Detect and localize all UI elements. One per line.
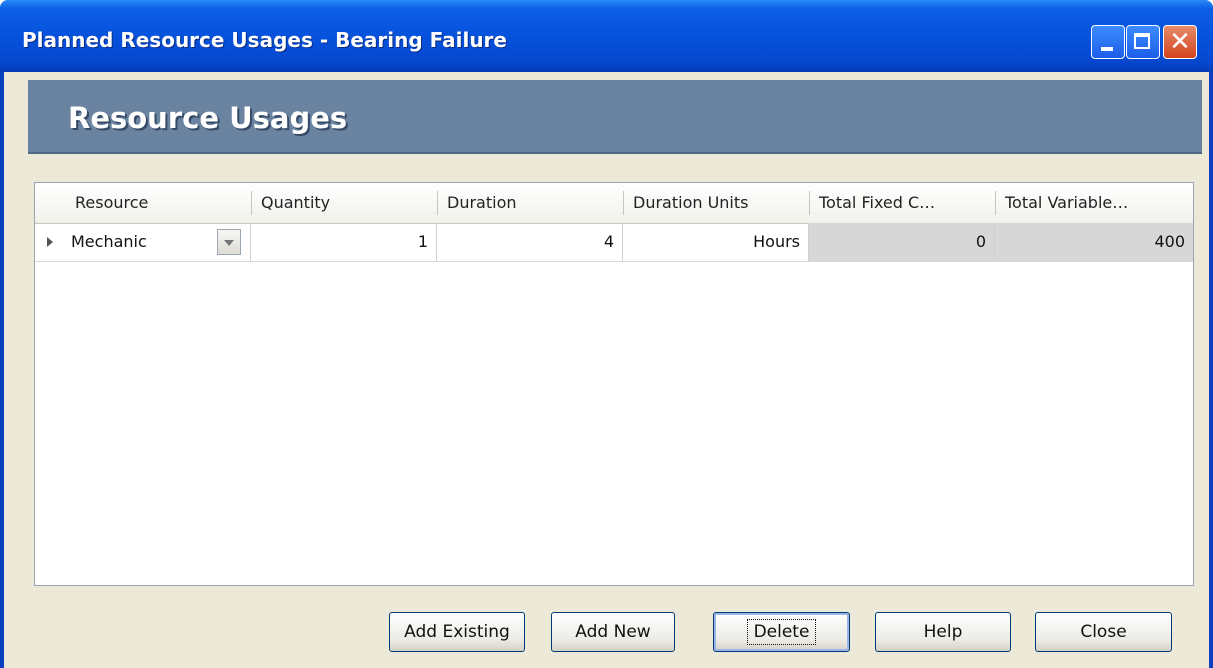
column-header-resource[interactable]: Resource	[65, 183, 251, 223]
cell-quantity[interactable]: 1	[251, 223, 437, 261]
window: Planned Resource Usages - Bearing Failur…	[0, 0, 1213, 668]
page-title: Resource Usages	[68, 101, 348, 135]
client-area: Resource Usages Resource Quantity Durati…	[4, 72, 1209, 668]
add-existing-button[interactable]: Add Existing	[389, 612, 525, 652]
delete-button[interactable]: Delete	[713, 612, 850, 652]
cell-duration-units[interactable]: Hours	[623, 223, 809, 261]
help-button[interactable]: Help	[875, 612, 1011, 652]
title-bar[interactable]: Planned Resource Usages - Bearing Failur…	[0, 0, 1213, 72]
row-selector[interactable]	[35, 223, 65, 261]
minimize-icon	[1101, 47, 1113, 51]
maximize-icon	[1134, 33, 1150, 49]
cell-resource[interactable]: Mechanic	[65, 223, 251, 261]
cell-total-fixed-cost: 0	[809, 223, 995, 261]
close-button[interactable]: Close	[1035, 612, 1172, 652]
column-header-duration-units[interactable]: Duration Units	[623, 183, 809, 223]
close-window-button[interactable]: ✕	[1163, 25, 1197, 59]
column-header-quantity[interactable]: Quantity	[251, 183, 437, 223]
grid-panel: Resource Quantity Duration Duration Unit…	[28, 176, 1202, 594]
resource-value: Mechanic	[71, 232, 147, 251]
cell-duration[interactable]: 4	[437, 223, 623, 261]
minimize-button[interactable]	[1091, 25, 1125, 59]
current-row-arrow-icon	[47, 237, 53, 247]
table-row[interactable]: Mechanic 1 4 Hours 0 400	[35, 223, 1193, 262]
maximize-button[interactable]	[1126, 25, 1160, 59]
chevron-down-icon	[224, 240, 234, 246]
column-header-total-variable-cost[interactable]: Total Variable…	[995, 183, 1183, 223]
column-header-total-fixed-cost[interactable]: Total Fixed C…	[809, 183, 995, 223]
cell-total-variable-cost: 400	[995, 223, 1193, 261]
resource-dropdown-button[interactable]	[217, 229, 241, 255]
resource-usages-grid[interactable]: Resource Quantity Duration Duration Unit…	[34, 182, 1194, 586]
add-new-button[interactable]: Add New	[551, 612, 675, 652]
header-banner: Resource Usages	[28, 80, 1202, 154]
delete-button-label: Delete	[746, 619, 817, 645]
close-icon: ✕	[1169, 27, 1191, 57]
grid-header: Resource Quantity Duration Duration Unit…	[35, 183, 1193, 224]
window-title: Planned Resource Usages - Bearing Failur…	[22, 28, 507, 52]
column-header-duration[interactable]: Duration	[437, 183, 623, 223]
